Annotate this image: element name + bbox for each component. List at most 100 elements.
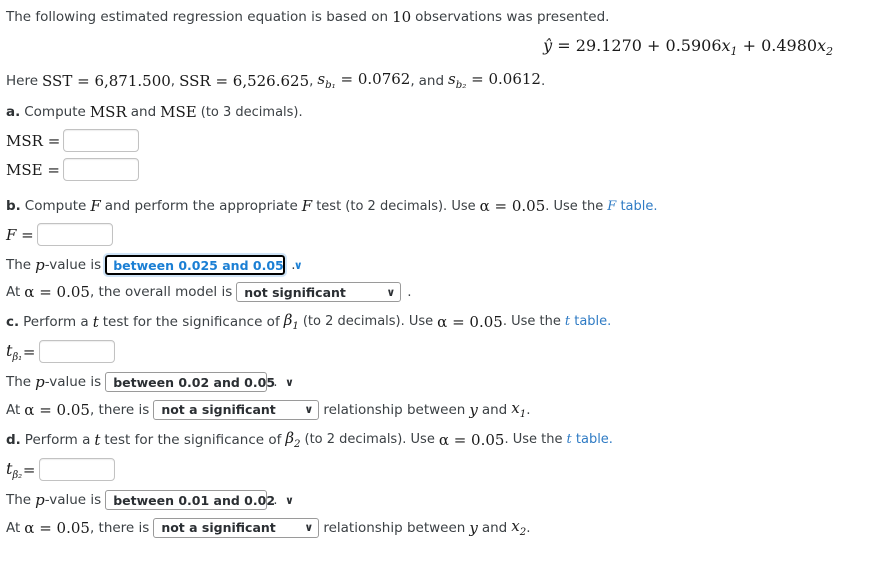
part-b-pvalue-select[interactable]: between 0.025 and 0.05 ∨ xyxy=(103,253,303,278)
sb1-label: s xyxy=(317,70,326,89)
equation-plus-2: + xyxy=(742,36,756,55)
sst-label: SST xyxy=(42,71,73,90)
equation-var-2-sub: 2 xyxy=(826,45,833,59)
part-d-pvalue-period: . xyxy=(273,492,278,509)
msr-term: MSR xyxy=(89,103,127,122)
part-c-t-answer-row: tβ₁ = xyxy=(6,340,116,364)
part-a-prompt: a. Compute MSR and MSE (to 3 decimals). xyxy=(6,103,881,121)
sst-value: 6,871.500 xyxy=(94,71,171,90)
part-c-relationship-select[interactable]: not a significant ∨ xyxy=(153,399,320,420)
part-c-alpha: α = 0.05 xyxy=(437,312,503,331)
part-c-alpha-value: α = 0.05 xyxy=(24,400,90,419)
part-d-text-2: test for the significance of xyxy=(104,431,282,448)
intro-text-after: observations was presented. xyxy=(415,9,610,25)
sb2-subscript: b₂ xyxy=(455,80,467,92)
t-table-link-d[interactable]: t table. xyxy=(567,432,613,447)
f-input[interactable] xyxy=(36,223,113,247)
chevron-down-icon: ∨ xyxy=(304,521,314,535)
part-c-text-2: test for the significance of xyxy=(102,313,280,330)
part-a-text-1: Compute xyxy=(24,104,86,121)
part-d-y-var: y xyxy=(469,518,478,537)
part-c-pvalue-select-value: between 0.02 and 0.05 xyxy=(113,374,276,390)
mse-answer-row: MSE = xyxy=(6,158,139,182)
part-b-text-2: and perform the appropriate xyxy=(104,198,298,215)
part-b-model-period: . xyxy=(407,284,412,301)
problem-page: The following estimated regression equat… xyxy=(0,0,881,538)
part-d-t-input-sub: β₂ xyxy=(12,469,23,481)
part-b-model-text: , the overall model is xyxy=(89,284,233,301)
chevron-down-icon: ∨ xyxy=(285,375,294,389)
given-comma-1: , xyxy=(170,72,176,89)
given-comma-3: , xyxy=(410,72,415,89)
part-d-pvalue-row: The p -value is between 0.01 and 0.02 ∨ . xyxy=(6,490,881,511)
part-c-relationship-suffix: relationship between xyxy=(323,401,466,418)
part-b-pvalue-suffix: -value is xyxy=(44,257,102,274)
equation-coef-2: 0.4980 xyxy=(761,36,818,55)
part-c-t-input[interactable] xyxy=(39,340,116,364)
t-table-link-text: table. xyxy=(574,314,612,330)
equation-var-1: x xyxy=(721,36,731,55)
part-c-pvalue-period: . xyxy=(273,374,278,391)
equation-lhs: ŷ xyxy=(543,36,553,55)
part-b-pvalue-period: . xyxy=(291,257,296,274)
msr-input[interactable] xyxy=(63,129,140,153)
part-d-prompt: d. Perform a t test for the significance… xyxy=(6,429,881,450)
part-b-letter: b. xyxy=(6,198,21,215)
part-b-model-row: At α = 0.05, the overall model is not si… xyxy=(6,282,881,303)
t-table-link-text: table. xyxy=(575,432,613,448)
part-d-beta: β xyxy=(285,429,295,448)
part-c-alpha-prefix: At xyxy=(6,401,21,418)
given-comma-2: , xyxy=(309,72,314,89)
part-b-alpha-prefix: At xyxy=(6,284,21,301)
equation-var-2: x xyxy=(817,36,827,55)
part-c-period: . xyxy=(526,401,531,418)
t-table-link-symbol: t xyxy=(566,432,572,448)
part-c-relationship-row: At α = 0.05, there is not a significant … xyxy=(6,399,881,420)
part-c-y-var: y xyxy=(469,400,478,419)
part-d-alpha-value: α = 0.05 xyxy=(24,518,90,537)
part-d-pvalue-select-value: between 0.01 and 0.02 xyxy=(113,492,276,508)
part-a-and: and xyxy=(130,104,157,121)
part-d-pvalue-select[interactable]: between 0.01 and 0.02 ∨ xyxy=(105,490,294,511)
chevron-down-icon: ∨ xyxy=(285,493,294,507)
equation-plus-1: + xyxy=(647,36,661,55)
part-b-pvalue-prefix: The xyxy=(6,257,32,274)
part-b-alpha-value: α = 0.05 xyxy=(24,283,90,302)
mse-term: MSE xyxy=(160,103,197,122)
part-d-pvalue-prefix: The xyxy=(6,492,32,509)
part-d-alpha-prefix: At xyxy=(6,519,21,536)
mse-input[interactable] xyxy=(62,158,139,182)
part-c-pvalue-select[interactable]: between 0.02 and 0.05 ∨ xyxy=(105,372,294,393)
t-table-link-c[interactable]: t table. xyxy=(565,314,611,329)
part-b-prompt: b. Compute F and perform the appropriate… xyxy=(6,197,881,215)
intro-text-before: The following estimated regression equat… xyxy=(6,9,389,25)
equation-var-1-sub: 1 xyxy=(730,45,738,59)
part-d-beta-sub: 2 xyxy=(294,439,301,451)
equation-coef-1: 0.5906 xyxy=(665,36,722,55)
regression-equation: ŷ = 29.1270 + 0.5906x1 + 0.4980x2 xyxy=(6,36,881,58)
part-d-letter: d. xyxy=(6,431,21,448)
f-table-link[interactable]: F table. xyxy=(607,199,657,214)
part-c-t-input-sub: β₁ xyxy=(12,351,23,363)
sb2-label: s xyxy=(448,70,456,89)
part-d-relationship-suffix: relationship between xyxy=(323,519,466,536)
part-b-pvalue-p: p xyxy=(35,256,45,275)
f-answer-row: F = xyxy=(6,223,113,247)
part-d-relationship-row: At α = 0.05, there is not a significant … xyxy=(6,517,881,538)
part-b-text-1: Compute xyxy=(24,198,87,215)
part-d-relationship-select[interactable]: not a significant ∨ xyxy=(153,517,320,538)
part-b-alpha: α = 0.05 xyxy=(479,197,546,216)
part-d-t-input[interactable] xyxy=(39,458,116,482)
msr-answer-row: MSR = xyxy=(6,129,140,153)
part-c-beta-sub: 1 xyxy=(292,321,299,333)
part-b-text-4: . Use the xyxy=(545,198,604,214)
part-c-pvalue-p: p xyxy=(35,373,45,392)
part-d-text-4: . Use the xyxy=(504,432,563,448)
part-d-text-3: (to 2 decimals). Use xyxy=(304,432,435,448)
part-b-model-select[interactable]: not significant ∨ xyxy=(236,282,402,303)
part-c-prompt: c. Perform a t test for the significance… xyxy=(6,311,881,332)
part-b-pvalue-row: The p -value is between 0.025 and 0.05 ∨ … xyxy=(6,253,881,278)
part-c-t-term: t xyxy=(92,312,99,331)
part-d-period: . xyxy=(526,519,531,536)
part-a-letter: a. xyxy=(6,104,21,121)
